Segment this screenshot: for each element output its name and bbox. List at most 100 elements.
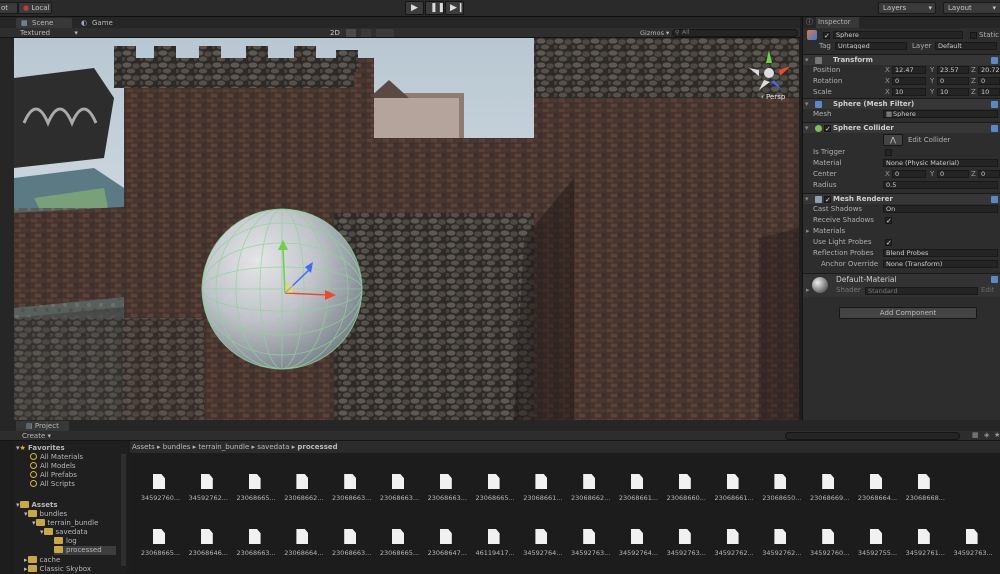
asset-file-item[interactable]: 23068665...	[138, 529, 183, 573]
asset-file-item[interactable]: 23068664...	[855, 474, 900, 518]
asset-file-item[interactable]: 23068660...	[664, 474, 709, 518]
mesh-field[interactable]: ▦ Sphere	[883, 110, 998, 118]
asset-file-item[interactable]: 34592763...	[664, 529, 709, 573]
tree-log[interactable]: log	[54, 537, 77, 546]
scale-y-field[interactable]: 10	[937, 88, 969, 96]
step-button[interactable]: ▶❙	[445, 1, 464, 15]
position-y-field[interactable]: 23.57	[937, 66, 969, 74]
asset-file-item[interactable]: 23068669...	[807, 474, 852, 518]
asset-file-item[interactable]: 23068662...	[568, 474, 613, 518]
gear-icon[interactable]	[991, 57, 998, 64]
asset-file-item[interactable]: 23068661...	[616, 474, 661, 518]
physic-material-field[interactable]: None (Physic Material)	[883, 159, 998, 167]
asset-file-item[interactable]: 34592760...	[138, 474, 183, 518]
use-light-probes-checkbox[interactable]: ✓	[885, 239, 892, 247]
mesh-filter-header[interactable]: ▾ Sphere (Mesh Filter)	[803, 98, 1000, 109]
gizmos-dropdown[interactable]: Gizmos ▾	[640, 28, 669, 38]
tree-all-scripts[interactable]: All Scripts	[30, 480, 75, 489]
tab-inspector[interactable]: Inspector	[816, 17, 859, 28]
asset-file-item[interactable]: 34592763...	[568, 529, 613, 573]
tree-processed[interactable]: processed	[54, 546, 116, 555]
tree-all-materials[interactable]: All Materials	[30, 453, 83, 462]
tree-savedata[interactable]: ▾ savedata	[40, 528, 88, 537]
edit-collider-button[interactable]: ⋀	[883, 134, 903, 146]
asset-file-item[interactable]: 23068665...	[377, 529, 422, 573]
tab-scene[interactable]: ▦ Scene	[16, 18, 72, 28]
reflection-probes-dropdown[interactable]: Blend Probes	[883, 249, 998, 257]
layer-dropdown[interactable]: Default	[935, 42, 997, 50]
tree-cache[interactable]: ▸ cache	[24, 556, 60, 565]
add-component-button[interactable]: Add Component	[839, 307, 977, 319]
shading-mode-dropdown[interactable]: Textured ▾	[20, 28, 78, 38]
rotation-x-field[interactable]: 0	[892, 77, 926, 85]
renderer-enabled-checkbox[interactable]: ✓	[824, 196, 831, 204]
filter-by-label-icon[interactable]: ◈	[984, 431, 989, 439]
sphere-collider-header[interactable]: ▾ ✓ Sphere Collider	[803, 122, 1000, 133]
asset-file-item[interactable]: 23068668...	[903, 474, 948, 518]
asset-file-item[interactable]: 23068646...	[186, 529, 231, 573]
asset-file-item[interactable]: 23068647...	[425, 529, 470, 573]
gear-icon[interactable]	[991, 276, 998, 283]
breadcrumb-item[interactable]: bundles	[163, 443, 191, 451]
scale-x-field[interactable]: 10	[892, 88, 926, 96]
star-filter-icon[interactable]: ★	[994, 431, 1000, 439]
collider-enabled-checkbox[interactable]: ✓	[824, 125, 831, 133]
center-x-field[interactable]: 0	[892, 170, 926, 178]
asset-file-item[interactable]: 34592764...	[616, 529, 661, 573]
tree-all-models[interactable]: All Models	[30, 462, 76, 471]
asset-file-item[interactable]: 46119417...	[473, 529, 518, 573]
asset-file-item[interactable]: 34592762...	[712, 529, 757, 573]
is-trigger-checkbox[interactable]	[885, 149, 892, 156]
tree-terrain-bundle[interactable]: ▾ terrain_bundle	[32, 519, 98, 528]
tree-assets[interactable]: ▾ Assets	[16, 501, 58, 510]
shader-dropdown[interactable]: Standard	[865, 287, 978, 295]
tree-all-prefabs[interactable]: All Prefabs	[30, 471, 77, 480]
tab-project[interactable]: ▤ Project	[16, 421, 69, 431]
radius-field[interactable]: 0.5	[883, 181, 998, 189]
lighting-toggle-icon[interactable]	[346, 29, 356, 37]
rotation-y-field[interactable]: 0	[937, 77, 969, 85]
asset-file-item[interactable]: 23068662...	[281, 474, 326, 518]
asset-file-item[interactable]: 23068663...	[329, 474, 374, 518]
asset-file-item[interactable]: 23068663...	[425, 474, 470, 518]
mesh-renderer-header[interactable]: ▾ ✓ Mesh Renderer	[803, 193, 1000, 204]
cast-shadows-dropdown[interactable]: On	[883, 205, 998, 213]
tag-dropdown[interactable]: Untagged	[835, 42, 907, 50]
breadcrumb-item[interactable]: Assets	[132, 443, 155, 451]
gear-icon[interactable]	[991, 125, 998, 132]
project-search-input[interactable]	[785, 432, 960, 440]
scene-viewport[interactable]: ‹ Persp	[14, 38, 799, 420]
pivot-toggle-button[interactable]: ot	[0, 2, 18, 14]
position-x-field[interactable]: 12.47	[892, 66, 926, 74]
asset-file-item[interactable]: 23068650...	[759, 474, 804, 518]
active-checkbox[interactable]: ✓	[823, 32, 830, 40]
center-y-field[interactable]: 0	[937, 170, 969, 178]
layers-dropdown[interactable]: Layers ▾	[878, 2, 936, 14]
tree-scrollbar[interactable]	[121, 454, 126, 566]
asset-file-item[interactable]: 23068663...	[329, 529, 374, 573]
effects-dropdown-icon[interactable]	[376, 29, 394, 37]
local-global-toggle-button[interactable]: ● Local	[18, 2, 52, 14]
asset-file-item[interactable]: 23068661...	[520, 474, 565, 518]
transform-header[interactable]: ▾ Transform	[803, 54, 1000, 65]
asset-file-item[interactable]: 34592762...	[759, 529, 804, 573]
create-dropdown[interactable]: Create ▾	[22, 431, 51, 441]
static-checkbox[interactable]	[970, 32, 977, 39]
shader-edit-button[interactable]: Edit	[981, 285, 995, 296]
layout-dropdown[interactable]: Layout ▾	[943, 2, 1000, 14]
scale-z-field[interactable]: 10	[978, 88, 1000, 96]
anchor-override-field[interactable]: None (Transform)	[883, 260, 998, 268]
tab-game[interactable]: ◐ Game	[76, 18, 136, 28]
asset-file-item[interactable]: 23068665...	[234, 474, 279, 518]
persp-label[interactable]: ‹ Persp	[761, 93, 785, 101]
asset-file-item[interactable]: 23068664...	[281, 529, 326, 573]
breadcrumb-current[interactable]: processed	[297, 443, 337, 451]
pause-button[interactable]: ❚❚	[425, 1, 445, 15]
tree-classic-skybox[interactable]: ▸ Classic Skybox	[24, 565, 91, 574]
gear-icon[interactable]	[991, 101, 998, 108]
breadcrumb-item[interactable]: terrain_bundle	[198, 443, 249, 451]
gear-icon[interactable]	[991, 196, 998, 203]
asset-file-item[interactable]: 34592755...	[855, 529, 900, 573]
materials-row[interactable]: ▸ Materials	[803, 226, 1000, 237]
rotation-z-field[interactable]: 0	[978, 77, 1000, 85]
